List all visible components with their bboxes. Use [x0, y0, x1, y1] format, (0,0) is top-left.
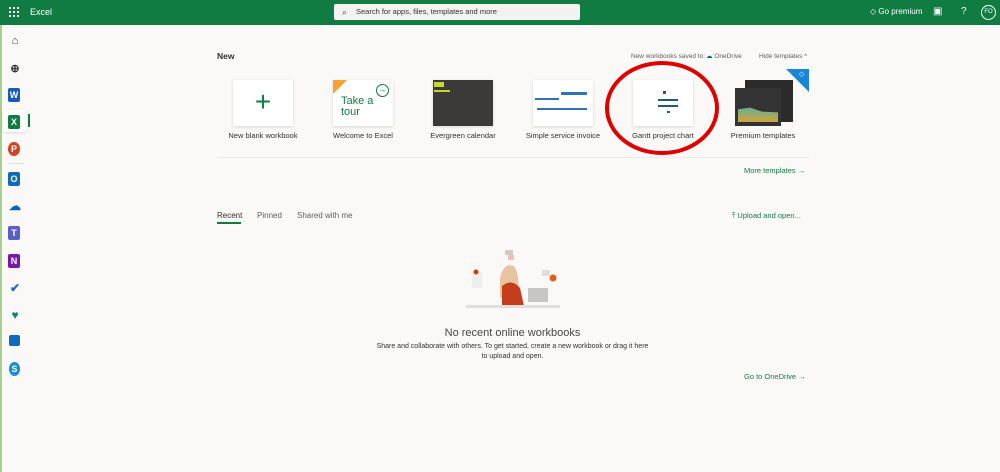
upload-open-button[interactable]: ⤒ Upload and open... [732, 211, 801, 221]
template-label: New blank workbook [228, 131, 298, 140]
more-templates-link[interactable]: More templates → [744, 166, 805, 175]
template-evergreen-calendar[interactable] [433, 80, 493, 126]
family-safety-icon[interactable]: ♥ [7, 308, 23, 322]
premium-badge [786, 69, 809, 92]
active-tab-indicator [217, 222, 241, 224]
empty-state-illustration [466, 250, 560, 308]
template-label: Evergreen calendar [430, 131, 496, 140]
take-a-tour-text: Take a tour [341, 95, 374, 118]
todo-icon[interactable]: ✔ [7, 281, 23, 295]
skype-icon[interactable]: S [9, 362, 20, 376]
create-icon[interactable]: ⊕ [7, 61, 23, 75]
template-service-invoice[interactable] [533, 80, 593, 126]
home-icon[interactable]: ⌂ [7, 34, 23, 48]
red-circle-annotation [605, 61, 719, 155]
avatar[interactable]: FO [981, 5, 996, 20]
upload-label: Upload and open... [737, 211, 801, 220]
tab-shared[interactable]: Shared with me [297, 211, 353, 220]
top-bar: Excel ⌕ Search for apps, files, templates… [0, 0, 1000, 25]
feedback-icon[interactable]: ▣ [933, 6, 942, 17]
go-to-onedrive-label: Go to OneDrive [744, 372, 797, 381]
go-premium-label: Go premium [878, 7, 923, 16]
onedrive-icon[interactable]: ☁ [7, 199, 23, 213]
go-premium-button[interactable]: ◇ Go premium [870, 7, 922, 16]
chevron-up-icon: ^ [804, 53, 808, 60]
selected-indicator [28, 114, 30, 127]
premium-thumb-front [735, 88, 781, 126]
new-badge [333, 80, 347, 94]
tab-recent[interactable]: Recent [217, 211, 242, 220]
app-name[interactable]: Excel [30, 7, 52, 17]
hide-templates-label: Hide templates [759, 53, 803, 60]
template-blank-workbook[interactable]: + [233, 80, 293, 126]
outlook-icon[interactable]: O [8, 172, 20, 186]
word-icon[interactable]: W [8, 88, 20, 102]
empty-title: No recent online workbooks [444, 327, 581, 339]
onenote-icon[interactable]: N [8, 254, 20, 268]
divider [217, 157, 809, 158]
more-templates-label: More templates [744, 166, 796, 175]
template-label: Welcome to Excel [333, 131, 393, 140]
arrow-right-icon: → [376, 84, 389, 97]
app-launcher-icon[interactable] [9, 7, 19, 17]
template-label: Simple service invoice [525, 131, 601, 140]
rail-divider [8, 163, 24, 164]
arrow-right-icon: → [797, 166, 806, 175]
tab-pinned[interactable]: Pinned [257, 211, 282, 220]
plus-icon: + [254, 86, 272, 117]
new-section-title: New [217, 51, 235, 61]
diamond-icon: ◇ [799, 71, 805, 78]
hide-templates-button[interactable]: Hide templates ^ [759, 53, 807, 60]
app-rail: ⌂ ⊕ W X P O ☁ T N ✔ ♥ S [0, 25, 38, 472]
excel-icon[interactable]: X [8, 115, 20, 129]
template-label: Premium templates [730, 131, 796, 140]
template-welcome[interactable]: Take a tour → [333, 80, 393, 126]
help-icon[interactable]: ? [961, 6, 967, 17]
go-to-onedrive-link[interactable]: Go to OneDrive → [744, 372, 806, 381]
search-icon: ⌕ [342, 7, 348, 17]
search-input[interactable]: ⌕ Search for apps, files, templates and m… [334, 4, 580, 20]
empty-description-2: to upload and open. [481, 353, 544, 360]
powerpoint-icon[interactable]: P [8, 142, 20, 156]
empty-description-1: Share and collaborate with others. To ge… [376, 343, 649, 350]
teams-icon[interactable]: T [8, 226, 20, 240]
search-placeholder: Search for apps, files, templates and mo… [356, 7, 497, 16]
arrow-right-icon: → [798, 372, 806, 381]
